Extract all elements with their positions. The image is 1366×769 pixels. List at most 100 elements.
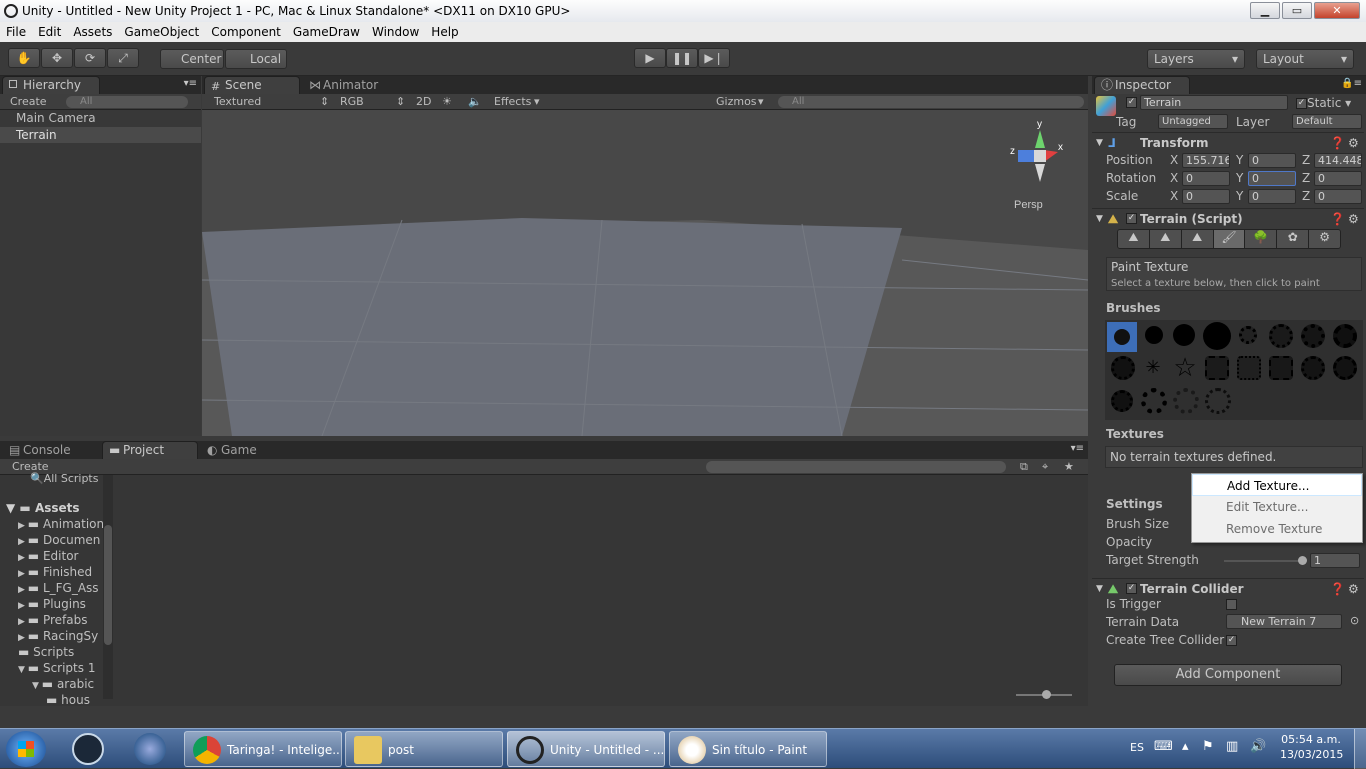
- panel-menu-icon[interactable]: ▾≡: [1071, 443, 1084, 454]
- rotation-y-field[interactable]: 0: [1248, 171, 1296, 186]
- brush-grid[interactable]: ✳ ☆: [1105, 320, 1363, 420]
- star-brush-icon[interactable]: ☆: [1171, 354, 1199, 382]
- tab-animator[interactable]: ⋈ Animator: [302, 76, 398, 94]
- expand-arrow-icon[interactable]: ▶: [18, 553, 28, 563]
- start-button[interactable]: [6, 731, 46, 767]
- brush-icon[interactable]: [1237, 356, 1261, 380]
- tab-hierarchy[interactable]: Hierarchy: [2, 76, 100, 94]
- filter-type-icon[interactable]: ⧉: [1020, 459, 1028, 474]
- hierarchy-search-input[interactable]: All: [66, 96, 188, 108]
- all-scripts-item[interactable]: 🔍All Scripts: [30, 471, 98, 487]
- step-icon[interactable]: ▶❘: [698, 48, 730, 68]
- language-indicator[interactable]: ES: [1130, 741, 1144, 754]
- expand-arrow-icon[interactable]: ▶: [18, 585, 28, 595]
- brush-icon[interactable]: [1173, 388, 1199, 414]
- smooth-height-icon[interactable]: ⛰: [1181, 230, 1214, 248]
- create-tree-collider-checkbox[interactable]: ✓: [1226, 635, 1237, 646]
- gameobject-name-field[interactable]: Terrain: [1140, 95, 1288, 110]
- edit-texture-menu-item[interactable]: Edit Texture...: [1192, 496, 1362, 518]
- media-player-icon[interactable]: [134, 733, 166, 765]
- scale-tool-icon[interactable]: ⤢: [107, 48, 139, 68]
- place-trees-icon[interactable]: 🌳: [1245, 230, 1278, 248]
- brush-icon[interactable]: [1145, 326, 1163, 344]
- help-icon[interactable]: ❓: [1330, 133, 1345, 153]
- expand-arrow-icon[interactable]: ▶: [18, 569, 28, 579]
- minimize-button[interactable]: ▁: [1250, 2, 1280, 19]
- transform-header[interactable]: ▼ ⅃ Transform ❓ ⚙: [1092, 132, 1364, 152]
- menu-edit[interactable]: Edit: [32, 22, 67, 42]
- paint-texture-icon[interactable]: 🖌: [1213, 230, 1246, 248]
- terrain-script-header[interactable]: ▼ ⛰ ✓ Terrain (Script) ❓ ⚙: [1092, 208, 1364, 228]
- pivot-local-button[interactable]: Local: [225, 49, 287, 69]
- folder-item[interactable]: ▬ hous: [46, 692, 90, 710]
- terrain-collider-header[interactable]: ▼ ⛰ ✓ Terrain Collider ❓ ⚙: [1092, 578, 1364, 598]
- brush-icon[interactable]: [1111, 356, 1135, 380]
- pivot-center-button[interactable]: Center: [160, 49, 224, 69]
- position-x-field[interactable]: 155.716: [1182, 153, 1230, 168]
- taskbar-item-folder[interactable]: post: [345, 731, 503, 767]
- scale-y-field[interactable]: 0: [1248, 189, 1296, 204]
- expand-arrow-icon[interactable]: ▶: [18, 537, 28, 547]
- gear-icon[interactable]: ⚙: [1348, 133, 1359, 153]
- rotation-x-field[interactable]: 0: [1182, 171, 1230, 186]
- persp-label[interactable]: Persp: [1014, 199, 1043, 211]
- steam-icon[interactable]: [72, 733, 104, 765]
- brush-icon[interactable]: [1301, 356, 1325, 380]
- object-picker-icon[interactable]: ⊙: [1350, 614, 1359, 627]
- expand-arrow-icon[interactable]: ▶: [18, 521, 28, 531]
- terrain-script-checkbox[interactable]: ✓: [1126, 213, 1137, 224]
- collider-checkbox[interactable]: ✓: [1126, 583, 1137, 594]
- 2d-toggle[interactable]: 2D: [416, 94, 431, 109]
- gear-icon[interactable]: ⚙: [1348, 579, 1359, 599]
- rotation-z-field[interactable]: 0: [1314, 171, 1362, 186]
- pause-icon[interactable]: ❚❚: [666, 48, 698, 68]
- position-y-field[interactable]: 0: [1248, 153, 1296, 168]
- brush-icon[interactable]: [1141, 388, 1167, 414]
- expand-arrow-icon[interactable]: ▼: [32, 681, 42, 691]
- active-checkbox[interactable]: ✓: [1126, 97, 1137, 108]
- scrollbar-thumb[interactable]: [104, 525, 112, 645]
- show-hidden-icons[interactable]: ▴: [1182, 739, 1189, 754]
- brush-icon[interactable]: [1269, 356, 1293, 380]
- menu-file[interactable]: File: [0, 22, 32, 42]
- slider-handle[interactable]: [1298, 556, 1307, 565]
- effects-dropdown[interactable]: Effects: [494, 94, 531, 109]
- panel-menu-icon[interactable]: ▾≡: [184, 78, 197, 89]
- move-tool-icon[interactable]: ✥: [41, 48, 73, 68]
- zoom-slider[interactable]: [1016, 690, 1072, 699]
- close-button[interactable]: ✕: [1314, 2, 1360, 19]
- raise-terrain-icon[interactable]: ⛰: [1118, 230, 1150, 248]
- expand-arrow-icon[interactable]: ▶: [18, 601, 28, 611]
- menu-window[interactable]: Window: [366, 22, 425, 42]
- add-component-button[interactable]: Add Component: [1114, 664, 1342, 686]
- menu-help[interactable]: Help: [425, 22, 464, 42]
- tab-scene[interactable]: # Scene: [204, 76, 300, 94]
- fold-arrow-icon[interactable]: ▼: [1096, 133, 1103, 153]
- show-desktop-button[interactable]: [1354, 729, 1366, 769]
- brush-icon[interactable]: [1239, 326, 1257, 344]
- menu-assets[interactable]: Assets: [67, 22, 118, 42]
- keyboard-icon[interactable]: ⌨: [1154, 739, 1173, 754]
- brush-icon[interactable]: ✳: [1143, 358, 1163, 378]
- lighting-icon[interactable]: ☀: [442, 94, 452, 109]
- tag-dropdown[interactable]: Untagged: [1158, 114, 1228, 129]
- menu-gameobject[interactable]: GameObject: [118, 22, 205, 42]
- position-z-field[interactable]: 414.448: [1314, 153, 1362, 168]
- clock[interactable]: 05:54 a.m. 13/03/2015: [1280, 733, 1343, 761]
- menu-component[interactable]: Component: [205, 22, 287, 42]
- play-icon[interactable]: ▶: [634, 48, 666, 68]
- shading-dropdown[interactable]: Textured: [214, 94, 261, 109]
- target-strength-slider[interactable]: [1224, 556, 1307, 565]
- target-strength-field[interactable]: 1: [1310, 553, 1360, 568]
- gizmo-z-arrow[interactable]: [1018, 150, 1034, 162]
- layer-dropdown[interactable]: Default: [1292, 114, 1362, 129]
- project-search-input[interactable]: [706, 461, 1006, 473]
- brush-icon[interactable]: [1205, 388, 1231, 414]
- terrain-data-field[interactable]: New Terrain 7: [1226, 614, 1342, 629]
- scale-z-field[interactable]: 0: [1314, 189, 1362, 204]
- help-icon[interactable]: ❓: [1330, 579, 1345, 599]
- layout-dropdown[interactable]: Layout ▾: [1256, 49, 1354, 69]
- expand-arrow-icon[interactable]: ▶: [18, 617, 28, 627]
- brush-icon[interactable]: [1111, 390, 1133, 412]
- expand-arrow-icon[interactable]: ▶: [18, 633, 28, 643]
